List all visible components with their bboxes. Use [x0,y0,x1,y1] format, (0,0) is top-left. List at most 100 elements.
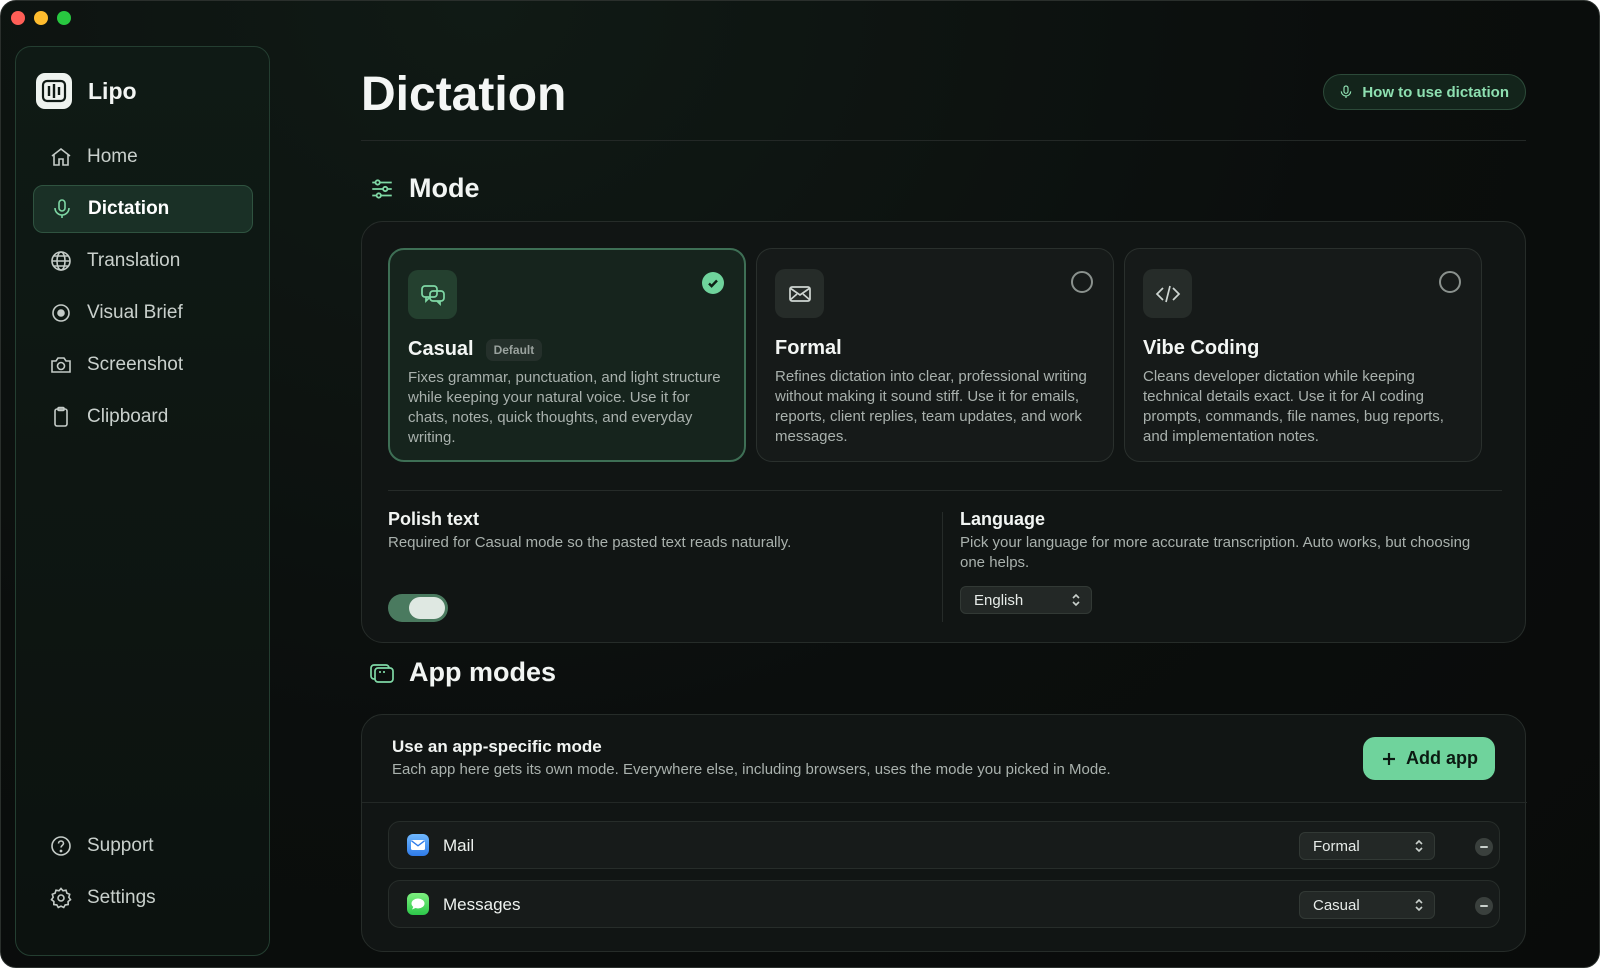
app-modes-title: Use an app-specific mode [392,737,602,756]
mode-name: Vibe Coding [1143,337,1260,359]
app-name: Messages [443,895,521,914]
minus-icon [1480,905,1488,907]
envelope-icon [775,269,824,318]
messages-app-icon [407,893,429,915]
app-mode-select[interactable]: Casual [1299,891,1435,919]
mode-name: Casual [408,338,474,360]
chat-bubbles-icon [408,270,457,319]
how-to-use-dictation-button[interactable]: How to use dictation [1323,74,1526,110]
polish-text-toggle[interactable] [388,594,448,622]
page-title: Dictation [361,68,567,121]
language-title: Language [960,509,1046,529]
polish-text-title: Polish text [388,509,480,529]
globe-icon [51,251,71,271]
brand: Lipo [36,73,137,109]
main-content: Dictation How to use dictation Mode Casu… [361,1,1527,967]
chevron-up-down-icon [1415,898,1423,912]
app-windows-icon [370,663,394,683]
section-title: App modes [409,657,557,687]
language-description: Pick your language for more accurate tra… [960,534,1471,571]
select-value: Casual [1313,896,1360,914]
mode-card-formal[interactable]: Formal Refines dictation into clear, pro… [756,248,1114,462]
sidebar-item-translation[interactable]: Translation [33,237,253,285]
record-icon [52,304,70,322]
add-app-button[interactable]: Add app [1363,737,1495,780]
app-row-mail: Mail Formal [388,821,1500,869]
camera-icon [51,357,71,373]
chevron-up-down-icon [1072,593,1080,607]
select-value: Formal [1313,837,1360,855]
mode-description: Refines dictation into clear, profession… [775,368,1087,445]
mode-card-casual[interactable]: Casual Default Fixes grammar, punctuatio… [388,248,746,462]
minus-icon [1480,846,1488,848]
sidebar-item-label: Clipboard [87,406,169,427]
microphone-icon [1341,85,1352,98]
sidebar-nav: Home Dictation Translation Visual Brief … [33,133,253,445]
mode-description: Fixes grammar, punctuation, and light st… [408,369,721,446]
sidebar-item-label: Support [87,835,154,856]
clipboard-icon [54,406,68,427]
polish-text-description: Required for Casual mode so the pasted t… [388,534,792,551]
sidebar-item-label: Dictation [88,198,170,219]
sidebar-item-label: Screenshot [87,354,184,375]
sidebar-item-clipboard[interactable]: Clipboard [33,393,253,441]
sidebar-item-label: Settings [87,887,156,908]
sidebar-item-label: Visual Brief [87,302,183,323]
selected-check-icon [702,272,724,294]
toggle-knob [409,597,445,619]
divider [362,802,1527,803]
sidebar-item-dictation[interactable]: Dictation [33,185,253,233]
minimize-window-button[interactable] [34,11,48,25]
app-mode-select[interactable]: Formal [1299,832,1435,860]
app-modes-panel: Use an app-specific mode Each app here g… [361,714,1527,952]
microphone-icon [54,199,70,218]
sidebar-item-settings[interactable]: Settings [33,874,253,922]
plus-icon [1383,752,1395,765]
sidebar-item-home[interactable]: Home [33,133,253,181]
radio-button[interactable] [1071,271,1093,293]
mail-app-icon [407,834,429,856]
app-modes-section-heading: App modes [369,657,556,688]
mode-section-heading: Mode [369,173,480,204]
zoom-window-button[interactable] [57,11,71,25]
divider [361,140,1526,141]
app-name: Mail [443,836,475,855]
sidebar-item-visual-brief[interactable]: Visual Brief [33,289,253,337]
language-select[interactable]: English [960,586,1092,614]
mode-name: Formal [775,337,842,359]
add-app-label: Add app [1406,748,1478,768]
remove-app-button[interactable] [1475,897,1493,915]
sliders-icon [372,178,392,199]
help-icon [51,836,71,856]
mode-description: Cleans developer dictation while keeping… [1143,368,1444,445]
select-value: English [974,591,1024,609]
divider [942,512,943,622]
gear-icon [50,887,72,909]
app-modes-description: Each app here gets its own mode. Everywh… [392,761,1111,778]
sidebar-item-support[interactable]: Support [33,822,253,870]
app-row-messages: Messages Casual [388,880,1500,928]
app-window: Lipo Home Dictation Translation Visual B… [0,0,1600,968]
mode-card-title: Formal [775,337,842,360]
close-window-button[interactable] [11,11,25,25]
radio-button[interactable] [1439,271,1461,293]
mode-card-vibe-coding[interactable]: Vibe Coding Cleans developer dictation w… [1124,248,1482,462]
section-title: Mode [409,173,480,203]
sidebar-item-screenshot[interactable]: Screenshot [33,341,253,389]
sidebar-item-label: Home [87,146,138,167]
app-logo-icon [36,73,72,109]
home-icon [51,147,71,166]
code-icon [1143,269,1192,318]
window-controls [11,11,71,25]
sidebar: Lipo Home Dictation Translation Visual B… [15,46,270,956]
sidebar-bottom-nav: Support Settings [33,822,253,926]
divider [388,490,1502,491]
chevron-up-down-icon [1415,839,1423,853]
help-button-label: How to use dictation [1362,83,1509,101]
default-badge: Default [485,338,543,361]
mode-panel: Casual Default Fixes grammar, punctuatio… [361,221,1526,643]
app-name: Lipo [88,77,137,104]
mode-card-title: Vibe Coding [1143,337,1259,360]
remove-app-button[interactable] [1475,838,1493,856]
mode-card-title: Casual Default [408,338,543,361]
